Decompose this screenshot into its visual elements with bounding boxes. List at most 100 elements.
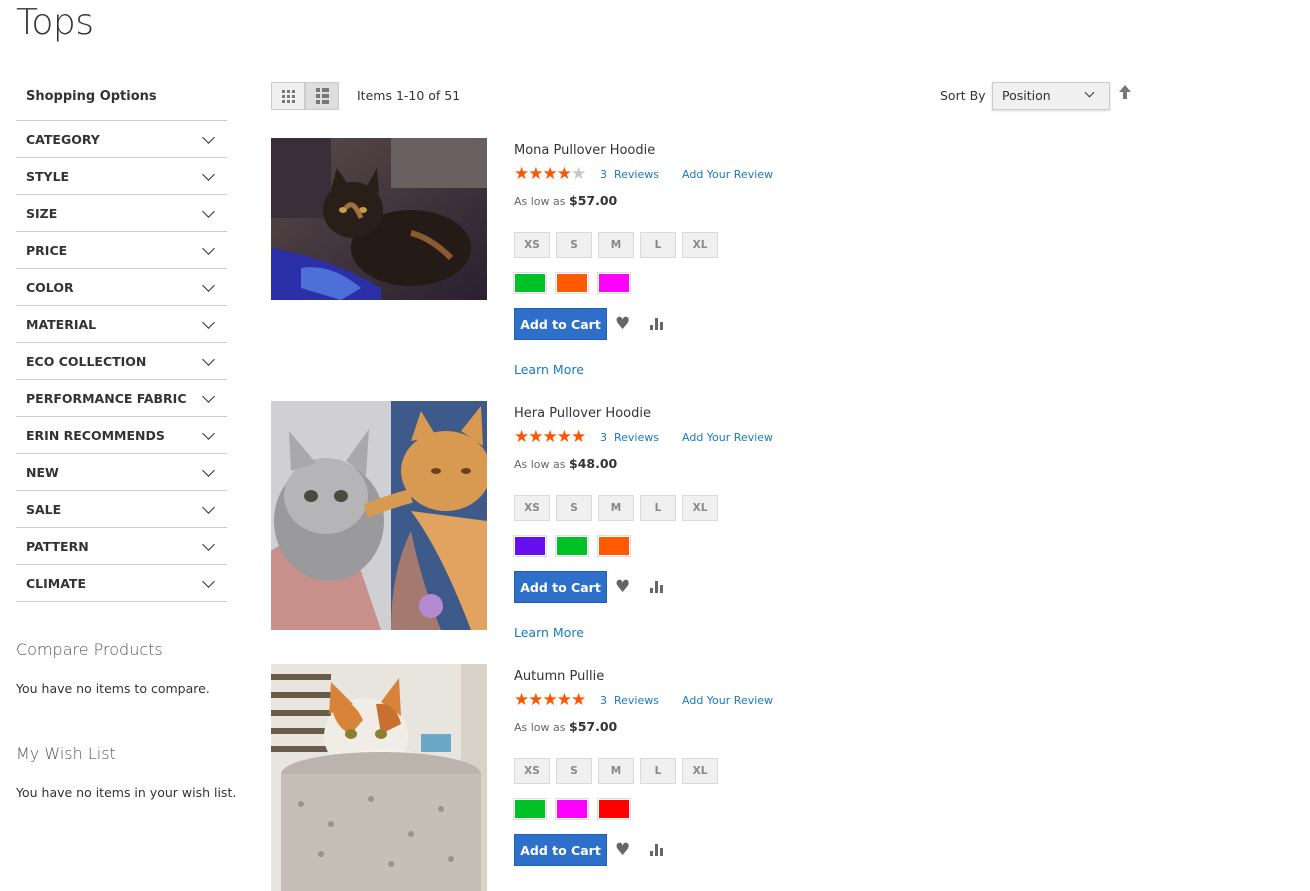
product-image[interactable] [271,401,487,630]
reviews-link[interactable]: 3 Reviews [600,431,659,444]
size-option[interactable]: L [640,232,676,258]
color-swatch[interactable] [597,798,631,820]
price: As low as $57.00 [514,719,618,734]
compare-icon[interactable] [650,318,664,330]
star-icon: ★ [542,164,558,184]
wishlist-heart-icon[interactable]: ♥ [615,314,630,334]
star-icon: ★ [514,427,530,447]
size-option[interactable]: S [556,758,592,784]
compare-icon[interactable] [650,581,664,593]
sidebar: Shopping Options CATEGORY STYLE SIZE PRICE C… [16,82,227,602]
color-swatch[interactable] [513,535,547,557]
rating-stars: ★ ★ ★ ★ ★ [514,164,586,184]
add-to-cart-button[interactable]: Add to Cart [514,308,607,340]
filter-label: ECO COLLECTION [26,353,147,369]
price: As low as $57.00 [514,193,618,208]
size-option[interactable]: L [640,495,676,521]
filter-label: CLIMATE [26,575,86,591]
view-mode-switcher [271,82,339,110]
add-review-link[interactable]: Add Your Review [682,431,773,444]
wishlist-heart-icon[interactable]: ♥ [615,840,630,860]
color-swatch[interactable] [555,798,589,820]
star-icon: ★ [556,164,572,184]
filter-new[interactable]: NEW [16,454,227,491]
wishlist-empty-text: You have no items in your wish list. [16,785,237,800]
product-image[interactable] [271,664,487,891]
product-name-link[interactable]: Hera Pullover Hoodie [514,406,651,421]
filter-material[interactable]: MATERIAL [16,306,227,343]
add-to-cart-button[interactable]: Add to Cart [514,571,607,603]
size-option[interactable]: XL [682,758,718,784]
filter-price[interactable]: PRICE [16,232,227,269]
filter-climate[interactable]: CLIMATE [16,565,227,602]
filter-pattern[interactable]: PATTERN [16,528,227,565]
list-view-button[interactable] [305,82,339,110]
size-option[interactable]: M [598,758,634,784]
filter-label: PERFORMANCE FABRIC [26,390,187,406]
grid-view-button[interactable] [271,82,305,110]
size-option[interactable]: L [640,758,676,784]
filter-size[interactable]: SIZE [16,195,227,232]
sort-by-select[interactable]: Position [992,82,1110,110]
filter-label: CATEGORY [26,131,100,147]
filter-style[interactable]: STYLE [16,158,227,195]
rating-stars: ★ ★ ★ ★ ★ [514,427,586,447]
sort-direction-button[interactable] [1117,85,1133,103]
size-option[interactable]: M [598,232,634,258]
filter-eco-collection[interactable]: ECO COLLECTION [16,343,227,380]
star-icon: ★ [542,690,558,710]
size-option[interactable]: XL [682,495,718,521]
star-icon: ★ [528,164,544,184]
size-option[interactable]: XS [514,232,550,258]
filter-label: SALE [26,501,62,517]
toolbar-amount: Items 1-10 of 51 [357,88,461,103]
filter-category[interactable]: CATEGORY [16,121,227,158]
learn-more-link[interactable]: Learn More [514,362,584,377]
product-name-link[interactable]: Mona Pullover Hoodie [514,143,655,158]
size-option[interactable]: XL [682,232,718,258]
filter-list: CATEGORY STYLE SIZE PRICE COLOR MATERIAL ECO C… [16,121,227,602]
reviews-link[interactable]: 3 Reviews [600,168,659,181]
reviews-link[interactable]: 3 Reviews [600,694,659,707]
product-image[interactable] [271,138,487,300]
compare-icon[interactable] [650,844,664,856]
learn-more-link[interactable]: Learn More [514,625,584,640]
chevron-down-icon [202,426,215,440]
chevron-down-icon [202,389,215,403]
product-name-link[interactable]: Autumn Pullie [514,669,604,684]
color-swatch[interactable] [513,798,547,820]
add-review-link[interactable]: Add Your Review [682,694,773,707]
size-option[interactable]: S [556,232,592,258]
list-icon [315,88,329,104]
size-option[interactable]: S [556,495,592,521]
sort-by-label: Sort By [940,88,986,103]
color-swatches [513,535,640,557]
star-icon: ★ [528,690,544,710]
arrow-up-icon [1119,85,1131,92]
wishlist-title: My Wish List [16,744,116,763]
star-icon: ★ [514,164,530,184]
compare-empty-text: You have no items to compare. [16,681,210,696]
color-swatch[interactable] [597,535,631,557]
size-option[interactable]: XS [514,495,550,521]
filter-label: SIZE [26,205,58,221]
color-swatch[interactable] [555,272,589,294]
filter-performance-fabric[interactable]: PERFORMANCE FABRIC [16,380,227,417]
color-swatch[interactable] [597,272,631,294]
chevron-down-icon [202,204,215,218]
grid-icon [281,89,295,103]
star-icon: ★ [542,427,558,447]
wishlist-heart-icon[interactable]: ♥ [615,577,630,597]
size-option[interactable]: M [598,495,634,521]
chevron-down-icon [202,278,215,292]
filter-erin-recommends[interactable]: ERIN RECOMMENDS [16,417,227,454]
size-option[interactable]: XS [514,758,550,784]
product-item: Autumn Pullie ★ ★ ★ ★ ★ 3 Reviews Add Your R… [271,664,1171,891]
filter-sale[interactable]: SALE [16,491,227,528]
add-review-link[interactable]: Add Your Review [682,168,773,181]
filter-label: PATTERN [26,538,89,554]
filter-color[interactable]: COLOR [16,269,227,306]
color-swatch[interactable] [513,272,547,294]
add-to-cart-button[interactable]: Add to Cart [514,834,607,866]
color-swatch[interactable] [555,535,589,557]
